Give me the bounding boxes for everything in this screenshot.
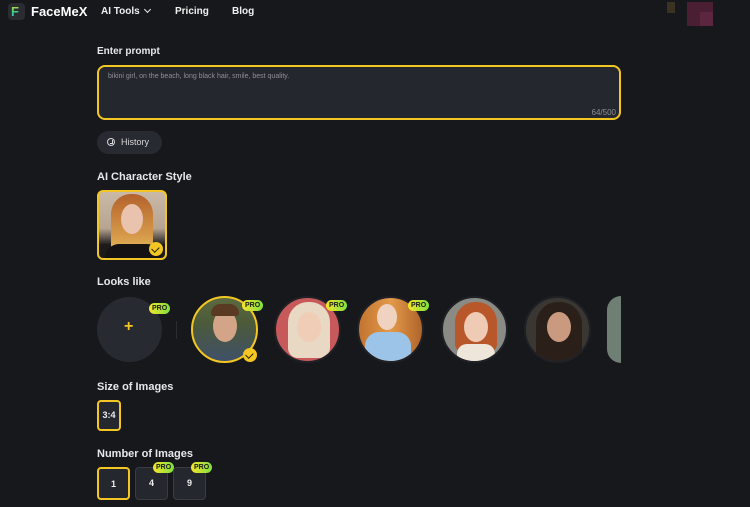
history-button[interactable]: History <box>97 131 162 154</box>
sweater-shape <box>457 344 495 361</box>
prompt-label: Enter prompt <box>97 46 160 57</box>
plus-icon: + <box>124 318 134 335</box>
number-label: Number of Images <box>97 448 193 460</box>
number-option-1[interactable]: 1 <box>97 467 130 500</box>
face-shape <box>297 312 321 342</box>
prompt-input[interactable]: bikini girl, on the beach, long black ha… <box>97 65 621 120</box>
pro-badge: PRO <box>191 462 213 473</box>
dress-shape <box>365 332 411 361</box>
divider <box>176 321 177 339</box>
hair-shape <box>211 304 239 316</box>
clock-icon <box>107 138 115 146</box>
nav-ai-tools-label: AI Tools <box>101 6 140 17</box>
face-shape <box>121 204 143 234</box>
decorative-block <box>700 12 713 26</box>
style-card-redhead[interactable] <box>97 190 167 260</box>
brand-name[interactable]: FaceMeX <box>31 4 87 19</box>
history-label: History <box>121 137 150 147</box>
pro-badge: PRO <box>149 303 171 314</box>
face-shape <box>547 312 571 342</box>
pro-badge: PRO <box>242 300 264 311</box>
top-nav: F FaceMeX AI Tools Pricing Blog <box>0 0 750 26</box>
pro-badge: PRO <box>326 300 348 311</box>
check-icon <box>243 348 257 362</box>
prompt-text[interactable]: bikini girl, on the beach, long black ha… <box>108 73 289 80</box>
nav-ai-tools[interactable]: AI Tools <box>101 5 151 17</box>
character-counter: 64/500 <box>591 108 616 117</box>
chevron-down-icon <box>143 5 151 14</box>
face-shape <box>464 312 488 342</box>
pro-badge: PRO <box>408 300 430 311</box>
nav-blog[interactable]: Blog <box>232 6 254 17</box>
size-label: Size of Images <box>97 381 174 393</box>
look-item-partial[interactable] <box>607 296 621 363</box>
character-style-label: AI Character Style <box>97 171 192 183</box>
looks-like-label: Looks like <box>97 276 151 288</box>
size-option-3-4[interactable]: 3:4 <box>97 400 121 431</box>
check-icon <box>149 242 163 256</box>
pro-badge: PRO <box>153 462 175 473</box>
nav-pricing[interactable]: Pricing <box>175 6 209 17</box>
look-item-redhead-woman[interactable] <box>441 296 508 363</box>
face-shape <box>377 304 397 330</box>
facemex-logo-icon[interactable]: F <box>8 3 25 20</box>
look-item-brunette-woman[interactable] <box>524 296 591 363</box>
decorative-block <box>667 2 675 13</box>
